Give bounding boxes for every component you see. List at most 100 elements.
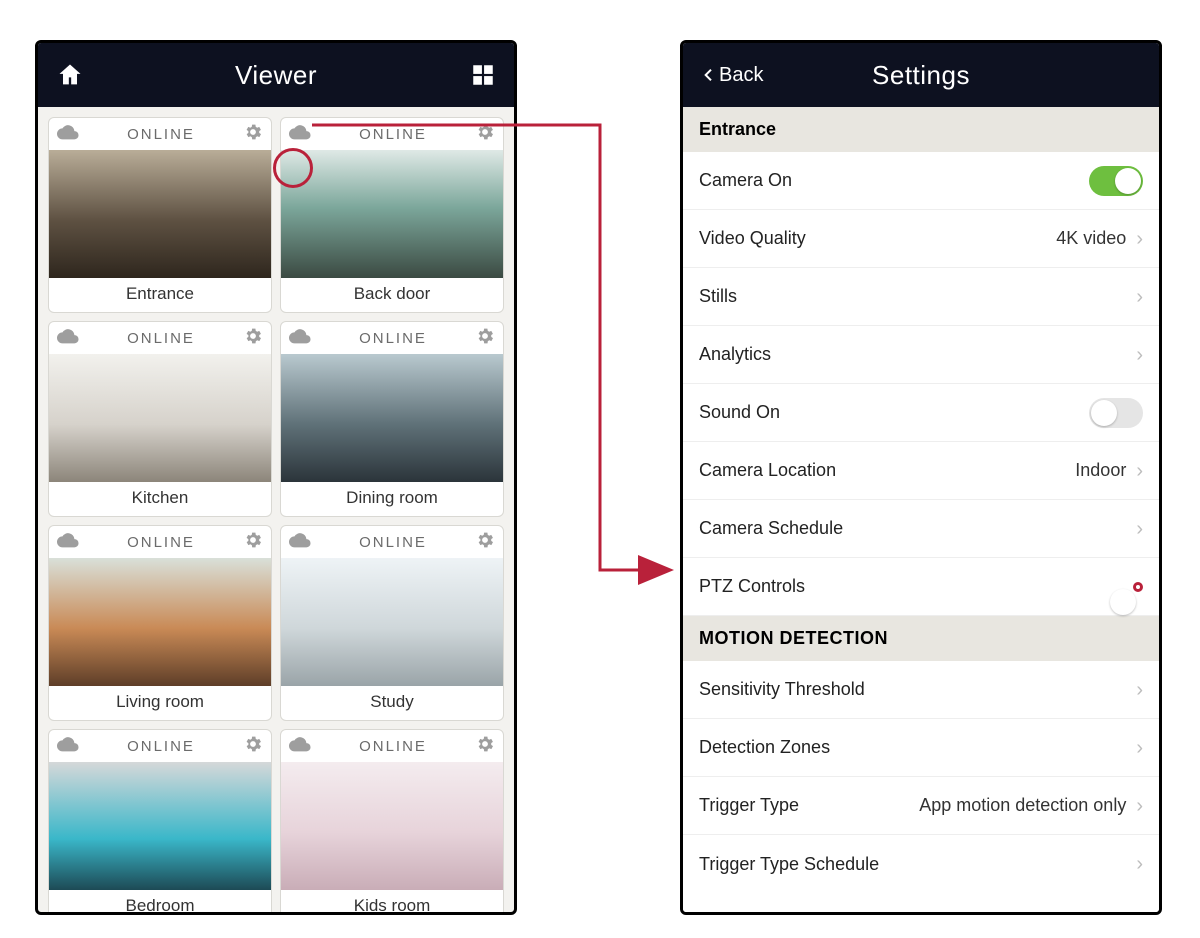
row-sensitivity-threshold[interactable]: Sensitivity Threshold › <box>683 661 1159 719</box>
camera-card[interactable]: ONLINE Bedroom <box>48 729 272 912</box>
camera-card-top: ONLINE <box>49 118 271 150</box>
camera-card[interactable]: ONLINE Dining room <box>280 321 504 517</box>
row-label: Detection Zones <box>699 737 830 758</box>
chevron-right-icon: › <box>1136 796 1143 816</box>
camera-grid: ONLINE Entrance ONLINE Back door ONLINE Kitch… <box>48 117 504 912</box>
cloud-icon <box>57 736 79 757</box>
row-label: Analytics <box>699 344 771 365</box>
camera-settings-gear[interactable] <box>243 326 263 351</box>
camera-settings-gear[interactable] <box>475 326 495 351</box>
row-label: Camera Location <box>699 460 836 481</box>
camera-label: Bedroom <box>49 890 271 912</box>
row-label: PTZ Controls <box>699 576 805 597</box>
camera-card[interactable]: ONLINE Living room <box>48 525 272 721</box>
camera-settings-gear[interactable] <box>243 530 263 555</box>
home-icon <box>56 61 84 89</box>
camera-card[interactable]: ONLINE Study <box>280 525 504 721</box>
camera-status: ONLINE <box>127 738 195 755</box>
row-camera-location[interactable]: Camera Location Indoor › <box>683 442 1159 500</box>
viewer-title: Viewer <box>38 60 514 91</box>
cloud-icon <box>57 328 79 349</box>
row-trigger-type[interactable]: Trigger Type App motion detection only › <box>683 777 1159 835</box>
settings-screen: Back Settings Entrance Camera On Video Q… <box>680 40 1162 915</box>
cloud-icon <box>289 736 311 757</box>
chevron-right-icon: › <box>1136 461 1143 481</box>
camera-card-top: ONLINE <box>281 322 503 354</box>
toggle-camera-on[interactable] <box>1089 166 1143 196</box>
camera-label: Kids room <box>281 890 503 912</box>
camera-thumbnail <box>49 762 271 890</box>
camera-label: Dining room <box>281 482 503 516</box>
camera-status: ONLINE <box>359 126 427 143</box>
camera-settings-gear[interactable] <box>243 122 263 147</box>
ptz-highlight <box>1133 582 1143 592</box>
row-camera-schedule[interactable]: Camera Schedule › <box>683 500 1159 558</box>
settings-body: Entrance Camera On Video Quality 4K vide… <box>683 107 1159 912</box>
camera-card[interactable]: ONLINE Entrance <box>48 117 272 313</box>
grid-layout-button[interactable] <box>470 62 496 88</box>
camera-card-top: ONLINE <box>281 118 503 150</box>
chevron-right-icon: › <box>1136 229 1143 249</box>
toggle-sound-on[interactable] <box>1089 398 1143 428</box>
chevron-right-icon: › <box>1136 680 1143 700</box>
camera-settings-gear[interactable] <box>243 734 263 759</box>
row-label: Stills <box>699 286 737 307</box>
row-value: App motion detection only <box>919 795 1126 816</box>
camera-label: Study <box>281 686 503 720</box>
row-value: Indoor <box>1075 460 1126 481</box>
motion-detection-header: MOTION DETECTION <box>683 616 1159 661</box>
camera-thumbnail <box>281 354 503 482</box>
camera-label: Kitchen <box>49 482 271 516</box>
camera-status: ONLINE <box>359 534 427 551</box>
row-detection-zones[interactable]: Detection Zones › <box>683 719 1159 777</box>
camera-settings-gear[interactable] <box>475 734 495 759</box>
camera-status: ONLINE <box>127 330 195 347</box>
cloud-icon <box>289 328 311 349</box>
camera-label: Entrance <box>49 278 271 312</box>
chevron-right-icon: › <box>1136 738 1143 758</box>
chevron-right-icon: › <box>1136 854 1143 874</box>
row-analytics[interactable]: Analytics › <box>683 326 1159 384</box>
viewer-body: ONLINE Entrance ONLINE Back door ONLINE Kitch… <box>38 107 514 912</box>
camera-thumbnail <box>49 558 271 686</box>
back-button[interactable]: Back <box>701 63 763 87</box>
camera-card[interactable]: ONLINEKids room <box>280 729 504 912</box>
camera-card-top: ONLINE <box>49 526 271 558</box>
row-label: Video Quality <box>699 228 806 249</box>
row-label: Camera Schedule <box>699 518 843 539</box>
camera-thumbnail <box>49 150 271 278</box>
camera-status: ONLINE <box>127 534 195 551</box>
camera-settings-gear[interactable] <box>475 122 495 147</box>
viewer-screen: Viewer ONLINEEntranceONLINEBack doorONLI… <box>35 40 517 915</box>
camera-thumbnail <box>281 558 503 686</box>
chevron-right-icon: › <box>1136 287 1143 307</box>
settings-header: Back Settings <box>683 43 1159 107</box>
cloud-icon <box>289 124 311 145</box>
row-trigger-type-schedule[interactable]: Trigger Type Schedule › <box>683 835 1159 893</box>
chevron-left-icon <box>701 63 717 87</box>
row-camera-on[interactable]: Camera On <box>683 152 1159 210</box>
row-stills[interactable]: Stills › <box>683 268 1159 326</box>
back-label: Back <box>719 64 763 87</box>
row-ptz-controls[interactable]: PTZ Controls <box>683 558 1159 616</box>
camera-card-top: ONLINE <box>49 730 271 762</box>
row-sound-on[interactable]: Sound On <box>683 384 1159 442</box>
camera-card[interactable]: ONLINE Kitchen <box>48 321 272 517</box>
camera-name-header: Entrance <box>683 107 1159 152</box>
row-video-quality[interactable]: Video Quality 4K video › <box>683 210 1159 268</box>
camera-card[interactable]: ONLINE Back door <box>280 117 504 313</box>
viewer-header: Viewer <box>38 43 514 107</box>
row-label: Camera On <box>699 170 792 191</box>
camera-label: Living room <box>49 686 271 720</box>
row-label: Sound On <box>699 402 780 423</box>
camera-settings-gear[interactable] <box>475 530 495 555</box>
camera-thumbnail <box>49 354 271 482</box>
camera-card-top: ONLINE <box>281 526 503 558</box>
row-label: Trigger Type <box>699 795 799 816</box>
camera-card-top: ONLINE <box>49 322 271 354</box>
camera-label: Back door <box>281 278 503 312</box>
camera-thumbnail <box>281 150 503 278</box>
row-label: Trigger Type Schedule <box>699 854 879 875</box>
grid-icon <box>470 62 496 88</box>
home-button[interactable] <box>56 61 84 89</box>
